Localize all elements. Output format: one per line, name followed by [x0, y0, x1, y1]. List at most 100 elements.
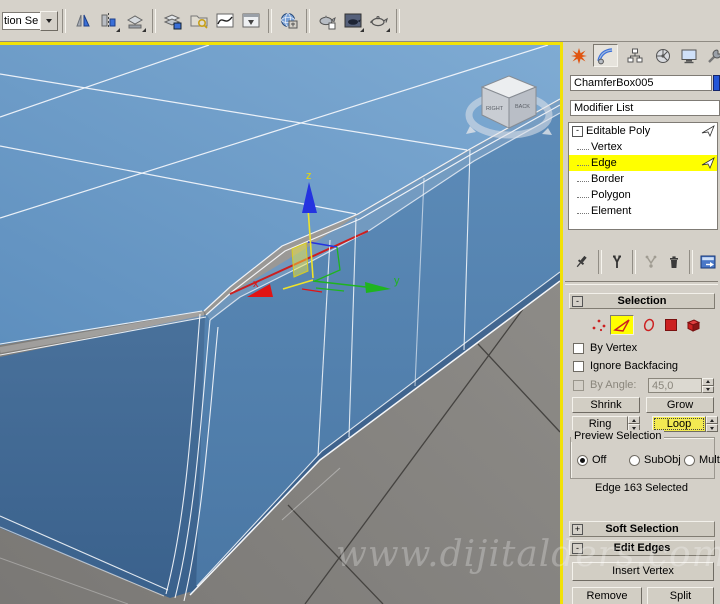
by-vertex-label: By Vertex [590, 342, 638, 354]
collapse-icon[interactable]: - [572, 296, 583, 307]
axis-y-label: y [394, 275, 400, 287]
insert-vertex-button[interactable]: Insert Vertex [572, 562, 714, 581]
named-selection-sets-combo[interactable]: tion Se [2, 10, 58, 31]
layer-manager-button[interactable] [161, 9, 185, 33]
element-subobject-button[interactable] [682, 315, 704, 335]
by-angle-spinner[interactable] [702, 378, 714, 393]
named-selection-sets-value[interactable]: tion Se [2, 11, 40, 30]
preview-off-radio[interactable] [577, 455, 588, 466]
flyout-indicator [360, 27, 364, 32]
spinner-up[interactable] [628, 416, 640, 424]
layer-manager-icon [163, 13, 182, 29]
align-button[interactable] [97, 9, 121, 33]
rollout-title: Edit Edges [613, 542, 671, 554]
by-angle-field[interactable]: 45,0 [648, 378, 702, 393]
combo-dropdown-button[interactable] [40, 10, 58, 31]
show-end-result-button[interactable] [608, 253, 627, 271]
tab-hierarchy[interactable] [622, 44, 647, 67]
tree-branch [577, 141, 589, 150]
make-unique-button[interactable] [642, 253, 661, 271]
modifier-list-dropdown[interactable]: Modifier List [570, 100, 720, 116]
tab-utilities[interactable] [702, 44, 720, 67]
shrink-button[interactable]: Shrink [572, 397, 640, 413]
stack-item-border[interactable]: Border [569, 171, 717, 187]
spinner-up[interactable] [702, 378, 714, 386]
panel-divider [565, 281, 718, 285]
preview-selection-group: Off SubObj Multi [570, 437, 720, 479]
vertex-subobject-button[interactable] [588, 315, 610, 335]
by-angle-checkbox[interactable] [573, 380, 584, 391]
spinner-down[interactable] [702, 385, 714, 393]
3ds-max-window: tion Se z x y RIGHT BACK www.dijitalders… [0, 0, 720, 604]
toolbar-separator [268, 8, 272, 33]
collapse-icon[interactable]: - [572, 543, 583, 554]
stack-row-indicator-icon [701, 125, 715, 137]
material-editor-button[interactable] [277, 9, 301, 33]
loop-spinner[interactable] [706, 416, 718, 432]
tab-create[interactable] [566, 44, 591, 67]
perspective-viewport[interactable]: z x y RIGHT BACK [0, 42, 563, 604]
trash-icon [670, 256, 679, 268]
grow-button[interactable]: Grow [646, 397, 714, 413]
mirror-button[interactable] [71, 9, 95, 33]
spinner-down[interactable] [706, 424, 718, 432]
pin-stack-button[interactable] [573, 253, 592, 271]
configure-modifier-sets-button[interactable] [699, 253, 718, 271]
remove-modifier-button[interactable] [665, 253, 684, 271]
utilities-icon [707, 48, 720, 63]
rendered-frame-window-button[interactable] [341, 9, 365, 33]
stack-item-element[interactable]: Element [569, 203, 717, 219]
edge-subobject-button[interactable] [610, 315, 634, 335]
stack-item-label: Border [591, 173, 625, 185]
mirror-icon [76, 14, 90, 26]
layer-properties-button[interactable] [123, 9, 147, 33]
preview-multi-radio[interactable] [684, 455, 695, 466]
gizmo-plane-handle[interactable] [291, 242, 309, 278]
render-production-button[interactable] [367, 9, 391, 33]
curve-editor-button[interactable] [213, 9, 237, 33]
flyout-indicator [386, 27, 390, 32]
collapse-icon[interactable]: - [572, 126, 583, 137]
spinner-up[interactable] [706, 416, 718, 424]
expand-icon[interactable]: + [572, 524, 583, 535]
polygon-subobject-button[interactable] [660, 315, 682, 335]
scene-explorer-button[interactable] [187, 9, 211, 33]
radio-dot [580, 458, 585, 463]
axis-z-label: z [306, 170, 312, 182]
selection-rollout-header[interactable]: - Selection [569, 293, 715, 309]
stack-item-vertex[interactable]: Vertex [569, 139, 717, 155]
up-arrow-icon [710, 418, 714, 422]
schematic-view-button[interactable] [239, 9, 263, 33]
ignore-backfacing-checkbox[interactable] [573, 361, 584, 372]
viewcube-right-label: BACK [515, 104, 530, 110]
render-setup-button[interactable] [315, 9, 339, 33]
rollout-title: Soft Selection [605, 523, 679, 535]
stack-item-editable-poly[interactable]: - Editable Poly [569, 123, 717, 139]
object-name-field[interactable]: ChamferBox005 [570, 75, 712, 91]
vertex-icon [592, 319, 606, 332]
by-vertex-checkbox[interactable] [573, 343, 584, 354]
edit-edges-rollout-header[interactable]: - Edit Edges [569, 540, 715, 556]
modify-icon [596, 47, 612, 64]
remove-button[interactable]: Remove [572, 587, 642, 604]
folder-search-icon [190, 15, 208, 29]
curve-icon [216, 13, 234, 27]
stack-item-polygon[interactable]: Polygon [569, 187, 717, 203]
tree-branch [577, 173, 589, 182]
toolbar-separator [689, 250, 694, 274]
stack-item-edge[interactable]: Edge [569, 155, 717, 171]
split-button[interactable]: Split [647, 587, 714, 604]
viewcube-left-label: RIGHT [486, 106, 504, 112]
polygon-icon [665, 319, 677, 331]
border-subobject-button[interactable] [638, 315, 660, 335]
preview-selection-title: Preview Selection [571, 430, 665, 442]
tab-display[interactable] [676, 44, 701, 67]
chevron-down-icon [46, 18, 52, 23]
preview-subobj-radio[interactable] [629, 455, 640, 466]
object-color-swatch[interactable] [713, 75, 720, 91]
stack-item-label: Edge [591, 157, 617, 169]
tab-motion[interactable] [650, 44, 675, 67]
tab-modify[interactable] [593, 44, 618, 67]
soft-selection-rollout-header[interactable]: + Soft Selection [569, 521, 715, 537]
toolbar-separator [396, 8, 400, 33]
